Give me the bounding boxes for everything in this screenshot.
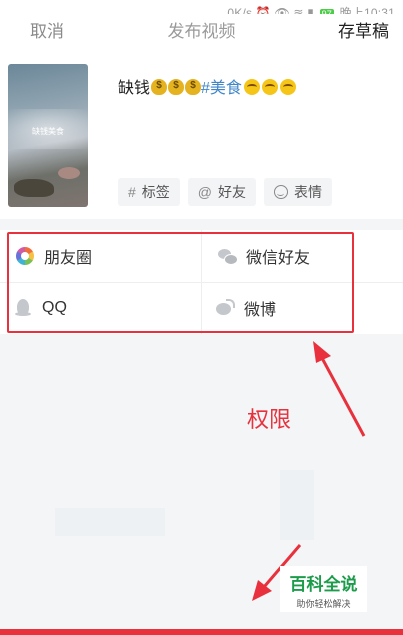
watermark-subtitle: 助你轻松解决 xyxy=(296,599,351,609)
share-moments-option[interactable]: 朋友圈 xyxy=(16,230,217,282)
emoji-chip-label: 表情 xyxy=(294,184,323,200)
share-weibo-option[interactable]: 微博 xyxy=(216,282,403,334)
annotation-label: 权限 xyxy=(247,408,292,433)
annotation-arrowhead-up xyxy=(313,341,331,363)
share-options: 朋友圈 微信好友 QQ 微博 xyxy=(0,230,403,334)
caption-prefix: 缺钱 xyxy=(118,80,151,97)
share-qq-option[interactable]: QQ xyxy=(14,282,215,334)
yummy-face-icon xyxy=(243,79,260,95)
money-bag-icon xyxy=(185,79,202,95)
weibo-icon xyxy=(216,299,235,317)
video-thumbnail[interactable]: 缺钱美食 xyxy=(8,64,88,207)
mention-chip[interactable]: @ 好友 xyxy=(187,178,257,206)
save-draft-button[interactable]: 存草稿 xyxy=(338,17,389,42)
annotation-arrow-up xyxy=(320,357,366,437)
moments-icon xyxy=(16,247,34,265)
bottom-accent-bar xyxy=(0,629,403,635)
share-moments-label: 朋友圈 xyxy=(44,250,93,267)
compose-section: 缺钱美食 缺钱 #美食 # 标签 @ 好友 表情 xyxy=(0,54,403,219)
watermark-logo: 百科全说 助你轻松解决 xyxy=(280,566,367,612)
share-qq-label: QQ xyxy=(42,299,67,316)
background-placeholder xyxy=(55,508,165,536)
yummy-face-icon xyxy=(279,79,296,95)
tag-chip[interactable]: # 标签 xyxy=(118,178,180,206)
thumbnail-rock xyxy=(14,179,54,197)
at-icon: @ xyxy=(197,184,213,200)
caption-hashtag[interactable]: #美食 xyxy=(201,80,242,97)
thumbnail-text: 缺钱美食 xyxy=(32,127,64,136)
share-weibo-label: 微博 xyxy=(244,302,277,319)
tag-chip-label: 标签 xyxy=(141,184,170,200)
top-nav-bar: 取消 发布视频 存草稿 xyxy=(0,14,403,54)
money-bag-icon xyxy=(151,79,168,95)
qq-icon xyxy=(14,299,32,317)
emoji-chip[interactable]: 表情 xyxy=(264,178,333,206)
watermark-title: 百科全说 xyxy=(289,575,358,594)
background-placeholder xyxy=(280,470,314,540)
caption-text[interactable]: 缺钱 #美食 xyxy=(118,74,296,98)
mention-chip-label: 好友 xyxy=(218,184,247,200)
caption-tools: # 标签 @ 好友 表情 xyxy=(118,178,333,206)
money-bag-icon xyxy=(168,79,185,95)
yummy-face-icon xyxy=(261,79,278,95)
wechat-icon xyxy=(218,247,238,265)
smile-icon xyxy=(274,185,289,199)
thumbnail-rock-small xyxy=(58,167,80,179)
annotation-arrowhead-down xyxy=(252,580,272,601)
share-wechat-option[interactable]: 微信好友 xyxy=(218,230,403,282)
hash-icon: # xyxy=(128,184,136,200)
share-wechat-label: 微信好友 xyxy=(246,250,311,267)
